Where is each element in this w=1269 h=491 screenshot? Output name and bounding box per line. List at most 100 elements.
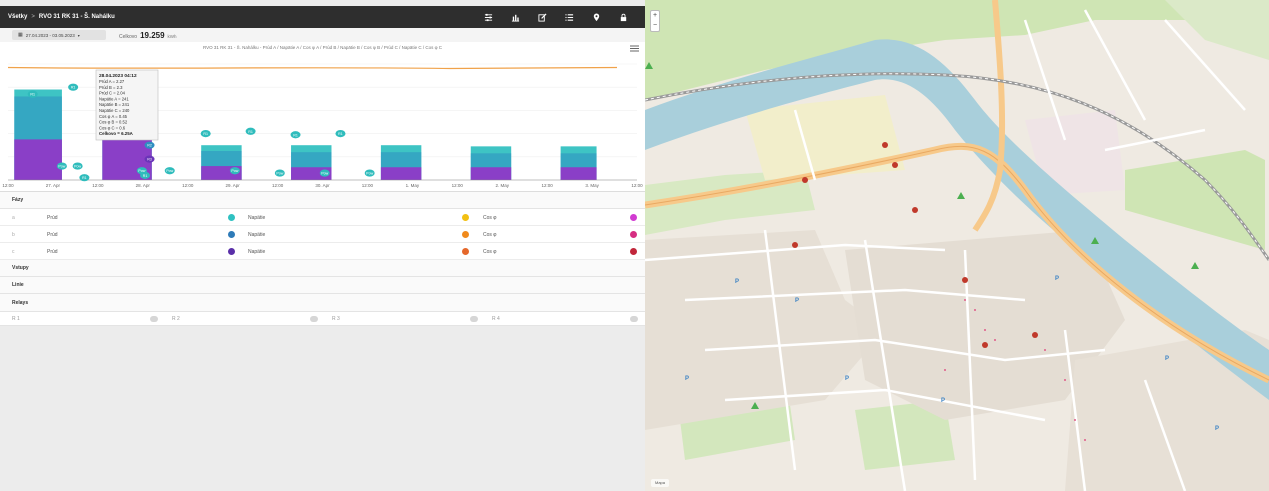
series-c-area (380, 167, 422, 180)
phase-current-label: Prúd (47, 248, 58, 255)
svg-text:P: P (941, 398, 945, 404)
phase-row-b: b Prúd Napätie Cos φ (0, 226, 645, 243)
hamburger-menu-icon[interactable] (630, 45, 639, 52)
map-pin-button[interactable] (583, 6, 610, 28)
relay-toggle[interactable] (310, 316, 318, 322)
date-range-picker[interactable]: ▦ 27.04.2023 - 03.05.2023 ▾ (12, 30, 106, 40)
voltage-color-dot-cell[interactable] (462, 226, 469, 243)
svg-text:P: P (845, 376, 849, 382)
chart-canvas[interactable]: 12:00 27. Apr 12:00 28. Apr 12:00 29. Apr 12:0… (0, 42, 645, 192)
section-inputs[interactable]: Vstupy (0, 260, 645, 277)
voltage-line (7, 66, 618, 70)
chart-marker-label: Pow (366, 172, 373, 176)
chart-marker-label: R1 (71, 86, 76, 90)
total-unit: kWh (167, 33, 177, 39)
current-color-dot (228, 231, 235, 238)
relay-label: R 4 (492, 316, 500, 322)
voltage-color-dot-cell[interactable] (462, 243, 469, 260)
total-label: Celkovo (119, 33, 138, 40)
x-tick-label: 28. Apr (136, 183, 151, 188)
relay-row: R 1 R 2 R 3 R 4 (0, 312, 645, 326)
chart-marker-label: Pow (321, 172, 328, 176)
chart-marker-label: Pow (276, 172, 283, 176)
tooltip-line: Napätie C = 240 (99, 108, 130, 113)
lock-icon (620, 13, 627, 21)
chart-panel: 12:00 27. Apr 12:00 28. Apr 12:00 29. Apr 12:0… (0, 42, 645, 192)
x-tick-label: 30. Apr (315, 183, 330, 188)
bar-chart-icon (511, 14, 520, 22)
total-value: 19.259 (140, 30, 165, 40)
cos-color-dot-cell[interactable] (630, 226, 637, 243)
edit-button[interactable] (529, 6, 556, 28)
svg-text:P: P (795, 298, 799, 304)
chart-marker-label: R1 (82, 176, 87, 180)
cos-color-dot-cell[interactable] (630, 243, 637, 260)
chart-title: RVO 31 RK 31 - Š. Nahálku - Prúd A / Nap… (202, 45, 443, 50)
chart-marker-label: R1 (338, 132, 343, 136)
chart-marker-label: R1 (248, 130, 253, 134)
x-tick-label: 27. Apr (46, 183, 61, 188)
section-relays[interactable]: Relays (0, 294, 645, 312)
relay-toggle[interactable] (470, 316, 478, 322)
series-c-area (14, 139, 62, 180)
toolbar (475, 6, 637, 28)
svg-text:P: P (1215, 426, 1219, 432)
voltage-color-dot (462, 248, 469, 255)
phase-cos-label: Cos φ (483, 231, 497, 238)
left-panel: Všetky > RVO 31 RK 31 - Š. Nahálku ▦ 27.… (0, 0, 645, 491)
current-color-dot-cell[interactable] (228, 243, 235, 260)
map-pin-icon (593, 12, 600, 21)
chart-marker-label: R1 (143, 174, 148, 178)
current-color-dot-cell[interactable] (228, 209, 235, 226)
phase-voltage-label: Napätie (248, 231, 266, 238)
section-lines[interactable]: Linie (0, 277, 645, 294)
tooltip-line: Cos φ C = 0.6 (99, 125, 126, 130)
section-phases[interactable]: Fázy (0, 192, 645, 209)
svg-text:P: P (1055, 276, 1059, 282)
phase-cos-label: Cos φ (483, 214, 497, 221)
x-tick-label: 2. May (495, 183, 509, 188)
phase-row-a: a Prúd Napätie Cos φ (0, 209, 645, 226)
tooltip-line: Prúd A = 2.27 (99, 79, 125, 84)
tooltip-line: Napätie A = 241 (99, 96, 129, 101)
app-window: Všetky > RVO 31 RK 31 - Š. Nahálku ▦ 27.… (0, 0, 1269, 491)
current-color-dot-cell[interactable] (228, 226, 235, 243)
x-tick-label: 12:00 (92, 183, 104, 188)
current-color-dot (228, 214, 235, 221)
zoom-out-button[interactable]: − (651, 21, 659, 31)
relay-toggle[interactable] (150, 316, 158, 322)
tooltip-line: Cos φ B = 0.52 (99, 120, 128, 125)
current-color-dot (228, 248, 235, 255)
map-canvas[interactable]: P P P P P P P P (645, 0, 1269, 491)
voltage-color-dot (462, 231, 469, 238)
voltage-color-dot-cell[interactable] (462, 209, 469, 226)
top-bar: Všetky > RVO 31 RK 31 - Š. Nahálku (0, 6, 645, 28)
chart-marker-label: R2 (147, 144, 152, 148)
sliders-button[interactable] (475, 6, 502, 28)
cos-color-dot-cell[interactable] (630, 209, 637, 226)
zoom-in-button[interactable]: + (651, 11, 659, 21)
edit-icon (538, 12, 547, 22)
date-bar: ▦ 27.04.2023 - 03.05.2023 ▾ Celkovo 19.2… (0, 28, 645, 42)
date-range-value: 27.04.2023 - 03.05.2023 (25, 32, 75, 38)
phase-voltage-label: Napätie (248, 248, 266, 255)
svg-text:P: P (735, 279, 739, 285)
cos-color-dot (630, 248, 637, 255)
bar-chart-button[interactable] (502, 6, 529, 28)
x-tick-label: 12:00 (2, 183, 14, 188)
list-button[interactable] (556, 6, 583, 28)
map-attribution[interactable]: Mapa (651, 479, 670, 487)
cos-color-dot (630, 214, 637, 221)
chart-marker-label: Pow (231, 169, 238, 173)
map-view[interactable]: P P P P P P P P + − Mapa (645, 0, 1269, 491)
x-tick-label: 12:00 (452, 183, 464, 188)
relay-toggle[interactable] (630, 316, 638, 322)
phase-letter: c (12, 248, 15, 255)
lock-button[interactable] (610, 6, 637, 28)
chart-marker-label: R1 (203, 132, 208, 136)
chart-marker-label: R3 (147, 158, 152, 162)
chart-marker-label: R1 (293, 133, 298, 137)
breadcrumb-root[interactable]: Všetky (8, 14, 27, 20)
list-icon (565, 13, 574, 21)
x-tick-label: 12:00 (272, 183, 284, 188)
